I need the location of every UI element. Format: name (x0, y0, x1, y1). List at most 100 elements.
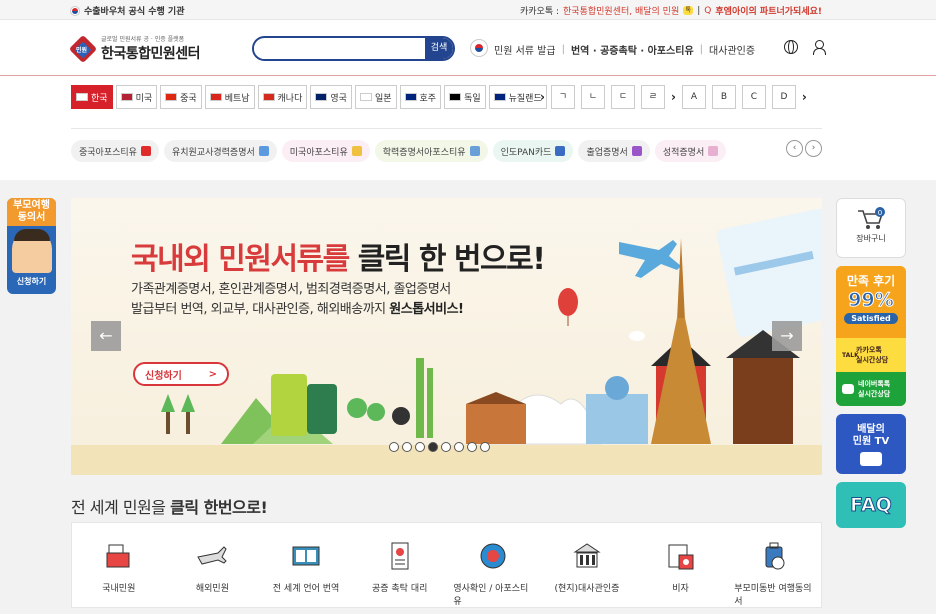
book-icon (292, 546, 320, 566)
globe-icon[interactable] (784, 40, 798, 54)
alpha-next-icon[interactable]: › (802, 90, 807, 104)
header: 민원 글로벌 민원서류 공 · 인증 플랫폼 한국통합민원센터 검색 민원 서류… (0, 20, 936, 76)
country-tab-label: 호주 (419, 93, 437, 104)
country-tab[interactable]: 베트남 (204, 85, 255, 109)
quick-pill[interactable]: 중국아포스티유 (71, 140, 159, 162)
index-tab[interactable]: ㄱ (550, 85, 575, 109)
slide-dot[interactable] (441, 442, 451, 452)
header-icons (784, 40, 826, 55)
slide-dot[interactable] (480, 442, 490, 452)
country-tab-label: 한국 (91, 93, 108, 104)
banner-apply-button[interactable]: 신청하기 > (133, 362, 229, 386)
slide-prev-button[interactable]: ← (91, 321, 121, 351)
kakao-chat-button[interactable]: TALK 카카오톡 실시간상담 (836, 338, 906, 372)
country-tab[interactable]: 일본 (354, 85, 397, 109)
country-tab[interactable]: 한국 (71, 85, 113, 109)
country-tab[interactable]: 호주 (399, 85, 442, 109)
user-icon[interactable] (812, 40, 826, 55)
cart-button[interactable]: 0 장바구니 (836, 198, 906, 258)
service-item[interactable]: 전 세계 언어 번역 (266, 541, 346, 594)
country-tab[interactable]: 중국 (160, 85, 202, 109)
slide-next-button[interactable]: → (772, 321, 802, 351)
travel-consent-banner[interactable]: 부모여행동의서 신청하기 (7, 198, 56, 294)
index-tab[interactable]: ㄹ (640, 85, 665, 109)
slide-dot[interactable] (454, 442, 464, 452)
nav-translate[interactable]: 번역 · 공증촉탁 · 아포스티유 (571, 42, 694, 57)
quick-pill[interactable]: 유치원교사경력증명서 (163, 140, 277, 162)
pill-next-icon[interactable]: › (805, 140, 822, 157)
country-tab[interactable]: 영국 (310, 85, 352, 109)
cart-count: 0 (878, 209, 882, 217)
country-next-icon[interactable]: › (540, 90, 545, 104)
country-tab[interactable]: 미국 (115, 85, 158, 109)
service-label: 해외민원 (195, 584, 229, 594)
logo-title: 한국통합민원센터 (101, 46, 201, 62)
service-item[interactable]: 국내민원 (79, 541, 159, 594)
travel-consent-button[interactable]: 신청하기 (7, 276, 56, 287)
index-tab[interactable]: D (771, 85, 796, 109)
country-flag-icon (209, 93, 222, 101)
quick-pill[interactable]: 미국아포스티유 (281, 140, 370, 162)
service-label: 비자 (672, 584, 689, 594)
cart-icon: 0 (858, 207, 885, 229)
service-item[interactable]: 공증 촉탁 대리 (360, 541, 440, 594)
country-tab[interactable]: 뉴질랜드 (488, 85, 547, 109)
faq-button[interactable]: FAQ (836, 482, 906, 528)
country-tab-label: 베트남 (224, 93, 250, 104)
kakao-talk-icon: TALK (842, 350, 859, 360)
nav-embassy[interactable]: 대사관인증 (709, 42, 755, 57)
service-item[interactable]: 영사확인 / 아포스티유 (453, 541, 533, 607)
slide-dot[interactable] (428, 442, 438, 452)
index-tab[interactable]: B (711, 85, 736, 109)
review-percent: 99% (848, 289, 894, 312)
service-item[interactable]: 해외민원 (172, 541, 252, 594)
slide-dot[interactable] (415, 442, 425, 452)
chevron-right-icon: > (208, 368, 217, 380)
index-tab[interactable]: ㄴ (580, 85, 605, 109)
country-flag-icon (315, 93, 328, 101)
index-tab[interactable]: C (741, 85, 766, 109)
pill-icon (708, 146, 719, 156)
service-item[interactable]: 부모미동반 여행동의서 (734, 541, 814, 607)
search-input[interactable] (254, 40, 424, 59)
partner-link[interactable]: 후엠아이의 파트너가되세요! (715, 4, 822, 17)
country-tab[interactable]: 독일 (444, 85, 486, 109)
quick-pill[interactable]: 인도PAN카드 (492, 140, 574, 162)
search-button[interactable]: 검색 (425, 38, 453, 59)
quick-pill[interactable]: 성적증명서 (654, 140, 727, 162)
quick-pill[interactable]: 출업증명서 (578, 140, 650, 162)
naver-chat-button[interactable]: 네이버톡톡 실시간상담 (836, 372, 906, 406)
slide-dot[interactable] (467, 442, 477, 452)
pill-prev-icon[interactable]: ‹ (786, 140, 803, 157)
index-tab[interactable]: ㄷ (610, 85, 635, 109)
country-flag-icon (262, 93, 275, 101)
quick-pill[interactable]: 학력증명서아포스티유 (374, 140, 488, 162)
hangul-next-icon[interactable]: › (671, 90, 676, 104)
index-tab[interactable]: A (681, 85, 706, 109)
review-badge[interactable]: 만족 후기 99% Satisfied (836, 266, 906, 338)
pill-nav: ‹ › (786, 140, 822, 157)
service-item[interactable]: 비자 (641, 541, 721, 594)
header-nav: 민원 서류 발급 | 번역 · 공증촉탁 · 아포스티유 | 대사관인증 (470, 38, 755, 57)
korea-flag-icon (70, 5, 80, 16)
country-tab[interactable]: 캐나다 (257, 85, 308, 109)
search-q-icon: Q (704, 5, 712, 16)
service-label: (현지)대사관인증 (554, 584, 620, 594)
slide-dot[interactable] (389, 442, 399, 452)
country-tab-label: 미국 (135, 93, 153, 104)
embassy-icon (573, 543, 601, 568)
country-flag-icon (449, 93, 462, 101)
review-title: 만족 후기 (846, 274, 896, 288)
cart-label: 장바구니 (856, 234, 886, 243)
kakao-link[interactable]: 한국통합민원센터, 배달의 민원 (563, 4, 679, 17)
minwon-tv-button[interactable]: 배달의 민원 TV (836, 414, 906, 474)
quick-pills: 중국아포스티유 유치원교사경력증명서 미국아포스티유 학력증명서아포스티유 인도PAN카… (71, 140, 727, 162)
service-item[interactable]: (현지)대사관인증 (547, 541, 627, 594)
country-tab-label: 영국 (330, 93, 347, 104)
slide-dot[interactable] (402, 442, 412, 452)
site-logo[interactable]: 민원 글로벌 민원서류 공 · 인증 플랫폼 한국통합민원센터 (68, 34, 201, 63)
country-tab-label: 캐나다 (277, 93, 303, 104)
quick-pill-label: 인도PAN카드 (500, 147, 552, 158)
nav-issue[interactable]: 민원 서류 발급 (494, 42, 556, 57)
country-tab-label: 독일 (464, 93, 481, 104)
